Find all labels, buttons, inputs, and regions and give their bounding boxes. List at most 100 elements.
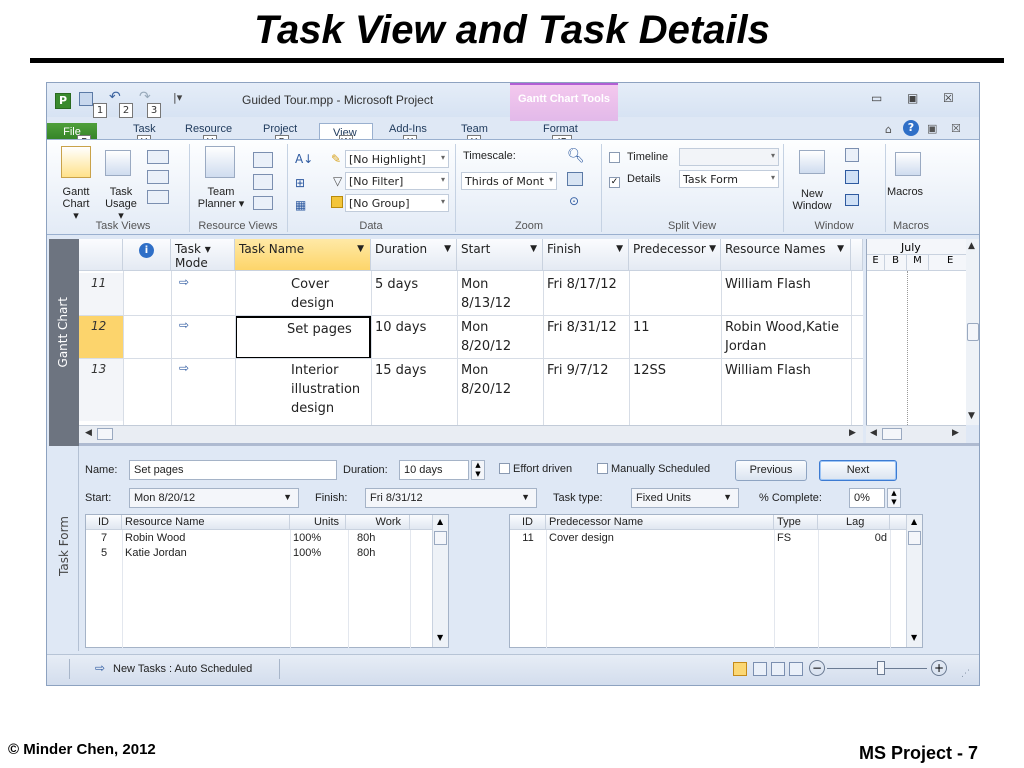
qat-customize-icon[interactable]: |▾: [173, 91, 182, 104]
res-id-cell[interactable]: 7: [86, 531, 122, 546]
resource-names-cell[interactable]: William Flash: [721, 359, 851, 382]
calendar-view-icon[interactable]: [147, 170, 169, 184]
res-work-cell[interactable]: 80h: [354, 546, 410, 561]
close-button[interactable]: ☒: [943, 91, 954, 105]
help-icon[interactable]: ?: [903, 120, 919, 136]
restore-button[interactable]: ▣: [907, 91, 918, 105]
res-name-cell[interactable]: Robin Wood: [122, 531, 290, 546]
task-usage-icon[interactable]: [105, 150, 131, 176]
start-cell[interactable]: Mon 8/13/12: [457, 273, 543, 315]
task-usage-shortcut-icon[interactable]: [753, 662, 767, 676]
duration-cell[interactable]: 5 days: [371, 273, 457, 296]
scroll-down-arrow[interactable]: ▼: [968, 411, 975, 421]
duration-spinner[interactable]: ▲ ▼: [471, 460, 485, 480]
resize-grip-icon[interactable]: ⋰: [961, 669, 970, 679]
zoom-slider-thumb[interactable]: [877, 661, 885, 675]
task-name-cell-selected[interactable]: Set pages: [235, 316, 371, 359]
doc-close-icon[interactable]: ☒: [951, 122, 961, 135]
group-dropdown[interactable]: [No Group] ▾: [345, 194, 449, 212]
arrange-all-icon[interactable]: [845, 148, 859, 162]
percent-complete-spinner[interactable]: ▲ ▼: [887, 488, 901, 508]
res-name-cell[interactable]: Katie Jordan: [122, 546, 290, 561]
start-field[interactable]: Mon 8/20/12 ▼: [129, 488, 299, 508]
timeline-dropdown[interactable]: ▾: [679, 148, 779, 166]
highlight-dropdown[interactable]: [No Highlight] ▾: [345, 150, 449, 168]
task-name-field[interactable]: Set pages: [129, 460, 337, 480]
scroll-down-arrow[interactable]: ▼: [911, 633, 917, 642]
task-name-cell[interactable]: Interior illustration design: [287, 359, 371, 420]
details-checkbox[interactable]: ✓: [609, 174, 620, 188]
gantt-vertical-scrollbar[interactable]: ▲ ▼: [966, 239, 979, 425]
percent-complete-field[interactable]: 0%: [849, 488, 885, 508]
scroll-left-arrow[interactable]: ◀: [870, 428, 877, 438]
scroll-thumb[interactable]: [434, 531, 447, 545]
pred-table-scrollbar[interactable]: ▲ ▼: [906, 515, 922, 647]
pred-type-cell[interactable]: FS: [774, 531, 818, 546]
resource-sheet-shortcut-icon[interactable]: [789, 662, 803, 676]
row-id[interactable]: 11: [79, 273, 123, 315]
macros-icon[interactable]: [895, 152, 921, 176]
selected-tasks-icon[interactable]: ⊙: [569, 194, 579, 208]
column-header-finish[interactable]: Finish ▼: [543, 239, 629, 271]
zoom-in-icon[interactable]: +: [931, 660, 947, 676]
scroll-thumb[interactable]: [97, 428, 113, 440]
scroll-up-arrow[interactable]: ▲: [437, 517, 443, 526]
manually-scheduled-checkbox[interactable]: [597, 463, 608, 477]
task-name-cell[interactable]: Cover design: [287, 273, 371, 315]
minimize-ribbon-icon[interactable]: ⌂: [885, 123, 892, 136]
gantt-chart-button[interactable]: Gantt Chart ▾: [59, 186, 93, 222]
team-planner-icon[interactable]: [205, 146, 235, 178]
resource-names-cell[interactable]: Robin Wood,Katie Jordan: [721, 316, 851, 358]
finish-field[interactable]: Fri 8/31/12 ▼: [365, 488, 537, 508]
other-views-icon[interactable]: [147, 190, 169, 204]
finish-cell[interactable]: Fri 8/31/12: [543, 316, 629, 339]
tab-resource[interactable]: Resource: [185, 123, 232, 135]
gantt-chart-icon[interactable]: [61, 146, 91, 178]
resource-usage-icon[interactable]: [253, 152, 273, 168]
res-units-cell[interactable]: 100%: [290, 546, 346, 561]
resource-sheet-icon[interactable]: [253, 174, 273, 190]
team-planner-shortcut-icon[interactable]: [771, 662, 785, 676]
timeline-checkbox[interactable]: [609, 152, 620, 166]
scroll-up-arrow[interactable]: ▲: [968, 241, 975, 251]
filter-dropdown[interactable]: [No Filter] ▾: [345, 172, 449, 190]
scroll-down-arrow[interactable]: ▼: [437, 633, 443, 642]
column-header-resource-names[interactable]: Resource Names ▼: [721, 239, 851, 271]
res-work-cell[interactable]: 80h: [354, 531, 410, 546]
switch-windows-icon[interactable]: [845, 194, 859, 206]
duration-cell[interactable]: 10 days: [371, 316, 457, 339]
network-diagram-icon[interactable]: [147, 150, 169, 164]
row-id[interactable]: 13: [79, 359, 123, 421]
predecessors-cell[interactable]: [629, 273, 721, 277]
table-horizontal-scrollbar[interactable]: ◀ ▶: [79, 425, 863, 443]
hide-window-icon[interactable]: [845, 170, 859, 184]
predecessors-cell[interactable]: 11: [629, 316, 721, 339]
column-header-predecessors[interactable]: Predecessor ▼: [629, 239, 721, 271]
start-cell[interactable]: Mon 8/20/12: [457, 359, 543, 401]
new-window-button[interactable]: New Window: [787, 188, 837, 212]
column-header-task-name[interactable]: Task Name ▼: [235, 239, 371, 271]
timescale-horizontal-scrollbar[interactable]: ◀ ▶: [866, 425, 966, 443]
finish-cell[interactable]: Fri 8/17/12: [543, 273, 629, 296]
scroll-thumb[interactable]: [967, 323, 979, 341]
timescale-dropdown[interactable]: Thirds of Mont ▾: [461, 172, 557, 190]
column-header-start[interactable]: Start ▼: [457, 239, 543, 271]
start-cell[interactable]: Mon 8/20/12: [457, 316, 543, 358]
column-header-task-mode[interactable]: Task ▾ Mode: [171, 239, 235, 271]
gantt-view-shortcut-icon[interactable]: [733, 662, 747, 676]
scroll-thumb[interactable]: [908, 531, 921, 545]
zoom-icon[interactable]: 🔍︎: [567, 148, 585, 164]
column-header-indicators[interactable]: i: [123, 239, 171, 271]
doc-restore-icon[interactable]: ▣: [927, 122, 937, 135]
tab-task[interactable]: Task: [133, 123, 156, 135]
zoom-out-icon[interactable]: −: [809, 660, 825, 676]
macros-button[interactable]: Macros: [887, 186, 923, 198]
pred-name-cell[interactable]: Cover design: [546, 531, 774, 546]
resource-names-cell[interactable]: William Flash: [721, 273, 851, 296]
res-id-cell[interactable]: 5: [86, 546, 122, 561]
effort-driven-checkbox[interactable]: [499, 463, 510, 477]
outline-icon[interactable]: ⊞: [295, 176, 305, 190]
column-header-duration[interactable]: Duration ▼: [371, 239, 457, 271]
scroll-right-arrow[interactable]: ▶: [849, 428, 856, 438]
res-table-scrollbar[interactable]: ▲ ▼: [432, 515, 448, 647]
